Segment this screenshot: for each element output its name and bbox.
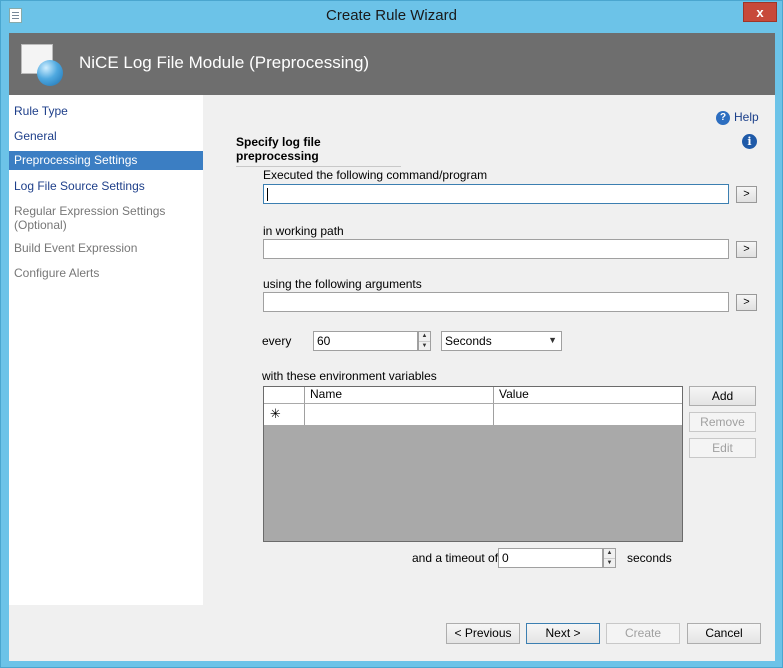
arguments-input[interactable] — [263, 292, 729, 312]
sidebar-item-regular-expression-settings: Regular Expression Settings (Optional) — [14, 204, 166, 232]
command-input[interactable] — [263, 184, 729, 204]
grid-header: Name Value — [264, 387, 682, 403]
timeout-label: and a timeout of — [412, 551, 499, 565]
wizard-content: Rule Type General Preprocessing Settings… — [9, 95, 775, 605]
sidebar-item-preprocessing-settings[interactable]: Preprocessing Settings — [9, 151, 203, 170]
new-row-value-cell[interactable] — [494, 404, 682, 425]
info-icon[interactable]: i — [742, 134, 757, 149]
spin-down-icon[interactable]: ▼ — [604, 558, 615, 567]
column-header-name[interactable]: Name — [305, 387, 494, 403]
wizard-banner: NiCE Log File Module (Preprocessing) — [9, 33, 775, 95]
wizard-footer: < Previous Next > Create Cancel — [9, 605, 775, 661]
create-button: Create — [606, 623, 680, 644]
env-vars-label: with these environment variables — [262, 369, 437, 383]
arguments-label: using the following arguments — [263, 277, 422, 291]
working-path-browse-button[interactable]: > — [736, 241, 757, 258]
banner-title: NiCE Log File Module (Preprocessing) — [79, 53, 370, 72]
spin-up-icon[interactable]: ▲ — [419, 332, 430, 341]
log-module-icon-globe — [37, 60, 63, 86]
command-browse-button[interactable]: > — [736, 186, 757, 203]
spin-up-icon[interactable]: ▲ — [604, 549, 615, 558]
sidebar-item-rule-type[interactable]: Rule Type — [9, 104, 203, 118]
working-path-input[interactable] — [263, 239, 729, 259]
column-header-value[interactable]: Value — [494, 387, 682, 403]
help-link[interactable]: ? Help — [716, 110, 759, 125]
every-label: every — [262, 334, 292, 348]
remove-env-var-button: Remove — [689, 412, 756, 432]
sidebar-item-log-file-source-settings[interactable]: Log File Source Settings — [9, 179, 203, 193]
next-button[interactable]: Next > — [526, 623, 600, 644]
title-bar[interactable]: Create Rule Wizard x — [1, 1, 782, 33]
sidebar-item-general[interactable]: General — [9, 129, 203, 143]
window-title: Create Rule Wizard — [326, 7, 457, 24]
env-vars-grid[interactable]: Name Value ✳ — [263, 386, 683, 542]
wizard-steps-sidebar: Rule Type General Preprocessing Settings… — [9, 95, 203, 605]
interval-unit-select[interactable]: Seconds ▼ — [441, 331, 562, 351]
section-title: Specify log file preprocessing — [236, 135, 401, 167]
table-row-new[interactable]: ✳ — [264, 404, 682, 425]
add-env-var-button[interactable]: Add — [689, 386, 756, 406]
timeout-unit-label: seconds — [627, 551, 672, 565]
timeout-input[interactable]: 0 — [498, 548, 603, 568]
preprocessing-panel: ? Help i Specify log file preprocessing E… — [203, 95, 775, 605]
chevron-down-icon: ▼ — [548, 335, 557, 345]
working-path-label: in working path — [263, 224, 344, 238]
help-label: Help — [734, 110, 759, 124]
previous-button[interactable]: < Previous — [446, 623, 520, 644]
text-caret — [267, 188, 268, 201]
command-label: Executed the following command/program — [263, 168, 488, 182]
help-icon: ? — [716, 110, 730, 125]
interval-input[interactable]: 60 — [313, 331, 418, 351]
log-module-icon — [21, 44, 65, 88]
grid-corner-cell — [264, 387, 305, 403]
spin-down-icon[interactable]: ▼ — [419, 341, 430, 350]
sidebar-item-configure-alerts: Configure Alerts — [14, 266, 100, 280]
close-button[interactable]: x — [743, 2, 777, 22]
new-row-marker-icon: ✳ — [264, 404, 305, 425]
timeout-stepper[interactable]: ▲ ▼ — [603, 548, 616, 568]
sidebar-item-build-event-expression: Build Event Expression — [14, 241, 138, 255]
wizard-window: Create Rule Wizard x NiCE Log File Modul… — [0, 0, 783, 668]
arguments-browse-button[interactable]: > — [736, 294, 757, 311]
interval-unit-value: Seconds — [445, 334, 492, 348]
edit-env-var-button: Edit — [689, 438, 756, 458]
new-row-name-cell[interactable] — [305, 404, 494, 425]
cancel-button[interactable]: Cancel — [687, 623, 761, 644]
interval-stepper[interactable]: ▲ ▼ — [418, 331, 431, 351]
